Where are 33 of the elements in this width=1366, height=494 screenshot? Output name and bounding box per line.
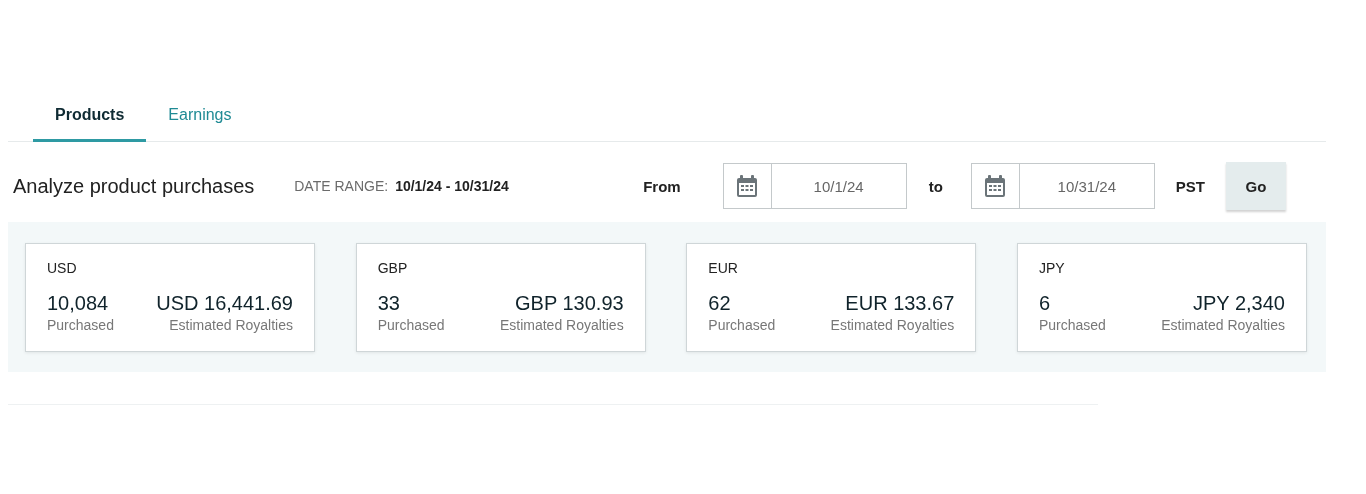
royalty-amount: USD 16,441.69 [156,292,293,315]
royalties-label: Estimated Royalties [169,317,293,333]
from-label: From [643,177,681,195]
royalties-label: Estimated Royalties [1161,317,1285,333]
purchased-label: Purchased [377,317,445,333]
royalty-amount: EUR 133.67 [845,292,955,315]
to-label: to [928,177,943,195]
royalty-amount: GBP 130.93 [515,292,624,315]
go-button[interactable]: Go [1226,162,1286,210]
currency-code: GBP [377,260,409,276]
purchase-count: 62 [708,292,732,315]
royalties-label: Estimated Royalties [830,317,955,333]
tab[interactable]: Products [33,90,147,142]
from-date-field[interactable]: 10/1/24 [722,163,907,209]
timezone-label: PST [1175,177,1205,195]
currency-code: USD [47,260,78,276]
currency-code: EUR [708,260,739,276]
calendar-icon[interactable] [984,174,1007,198]
currency-code: JPY [1038,260,1066,276]
purchase-count: 33 [377,292,401,315]
purchase-count: 6 [1038,292,1052,315]
date-range-value: 10/1/24 - 10/31/24 [395,178,509,194]
tab[interactable]: Earnings [146,90,254,142]
royalty-amount: JPY 2,340 [1193,292,1285,315]
purchased-label: Purchased [708,317,776,333]
to-date-field[interactable]: 10/31/24 [970,163,1155,209]
date-range-label: DATE RANGE: [294,178,389,194]
page-title: Analyze product purchases [13,174,255,198]
royalties-label: Estimated Royalties [499,317,624,333]
purchased-label: Purchased [47,317,114,333]
calendar-icon[interactable] [736,174,759,198]
purchased-label: Purchased [1038,317,1106,333]
purchase-count: 10,084 [47,292,110,315]
